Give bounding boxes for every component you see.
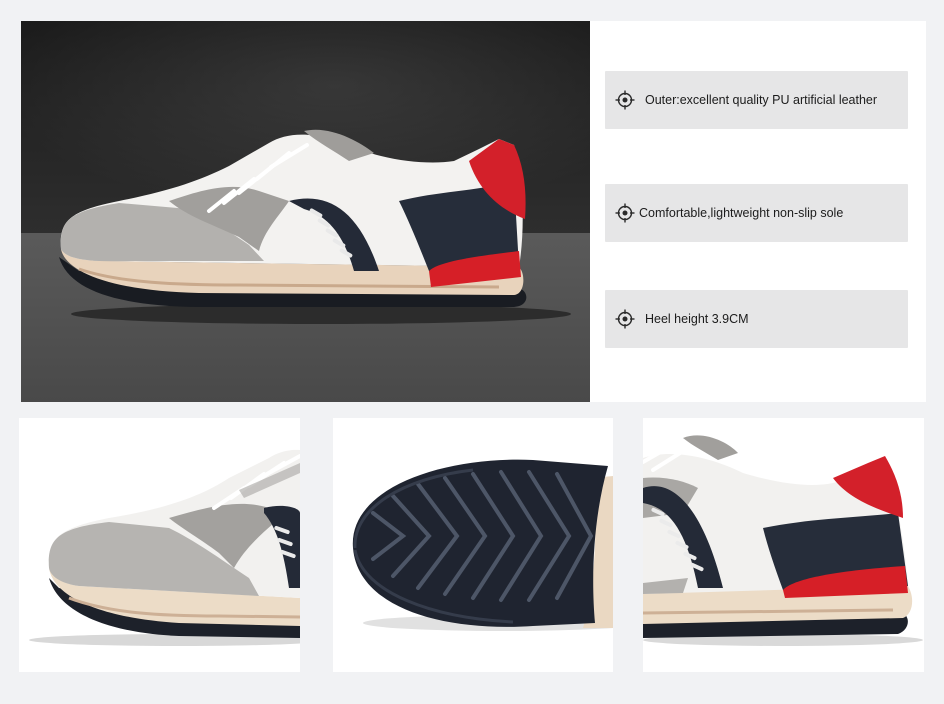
crosshair-icon: [615, 203, 635, 223]
crosshair-icon: [615, 90, 635, 110]
feature-text: Outer:excellent quality PU artificial le…: [645, 93, 878, 107]
features-panel: Outer:excellent quality PU artificial le…: [590, 21, 926, 402]
feature-item: Heel height 3.9CM: [605, 290, 908, 348]
thumbnail-outsole-detail: [333, 418, 613, 672]
feature-item: Outer:excellent quality PU artificial le…: [605, 71, 908, 129]
thumbnail-heel-detail: [643, 418, 924, 672]
feature-item: Comfortable,lightweight non-slip sole: [605, 184, 908, 242]
thumbnail-toe-detail: [19, 418, 300, 672]
feature-text: Comfortable,lightweight non-slip sole: [639, 206, 844, 220]
crosshair-icon: [615, 309, 635, 329]
hero-product-photo: [21, 21, 590, 402]
feature-text: Heel height 3.9CM: [645, 312, 749, 326]
